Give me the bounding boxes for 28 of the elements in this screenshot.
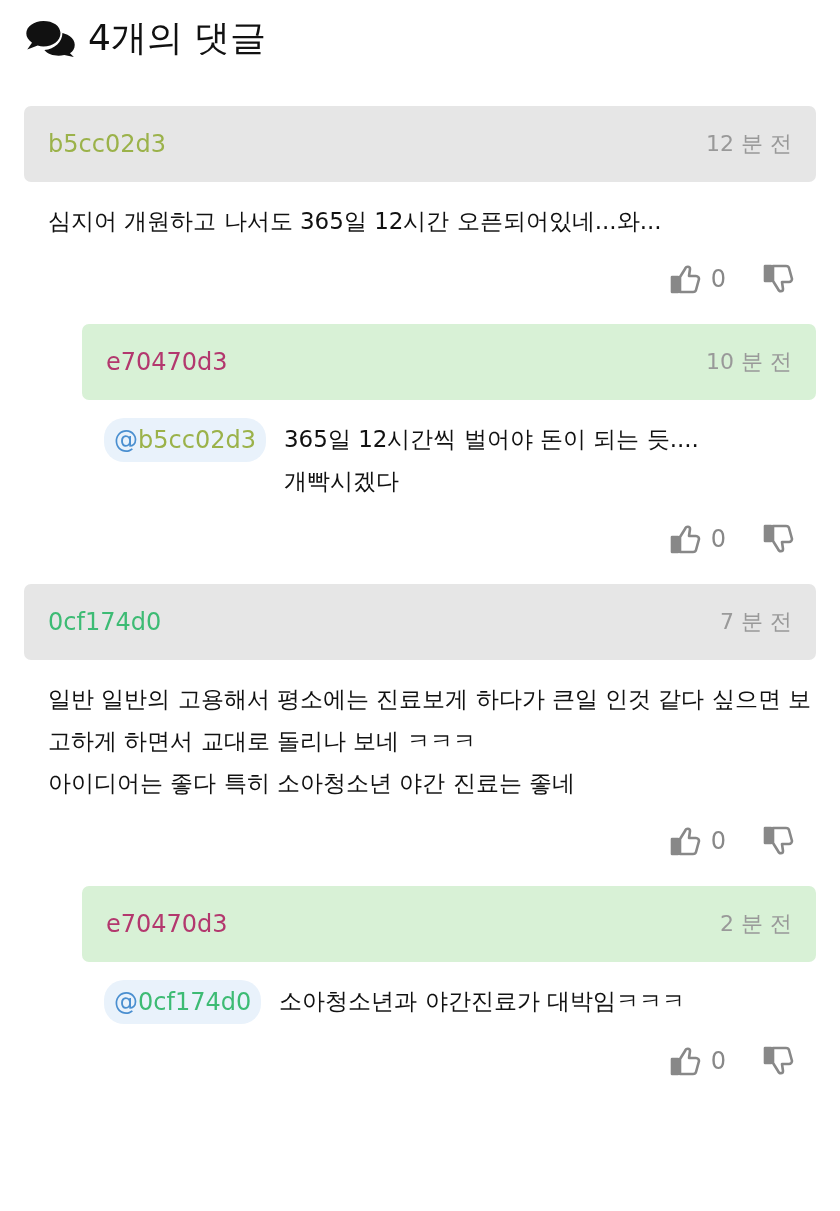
comment-text: 소아청소년과 야간진료가 대박임ㅋㅋㅋ [279, 987, 685, 1016]
like-count: 0 [710, 525, 726, 553]
mention-chip[interactable]: @0cf174d0 [104, 980, 262, 1024]
like-count: 0 [710, 1047, 726, 1075]
author-name[interactable]: 0cf174d0 [48, 608, 162, 636]
comments-title: 4개의 댓글 [88, 15, 267, 60]
thumbs-up-icon[interactable] [668, 263, 701, 295]
mention-chip[interactable]: @b5cc02d3 [104, 418, 266, 462]
comment-time: 12 분 전 [706, 130, 792, 158]
like-count: 0 [710, 265, 726, 293]
thumbs-down-icon[interactable] [762, 523, 794, 555]
comment-time: 2 분 전 [720, 910, 792, 938]
comment-time: 7 분 전 [720, 608, 792, 636]
thumbs-up-icon[interactable] [668, 825, 701, 857]
comment-text: 일반 일반의 고용해서 평소에는 진료보게 하다가 큰일 인것 같다 싶으면 보고하게 하면서 교대로 돌리나 보네 ㅋㅋㅋ 아이디어는 좋다 특히 소아청소년 야간 진료는 좋네 [48, 685, 813, 798]
author-name[interactable]: e70470d3 [106, 910, 228, 938]
thumbs-up-icon[interactable] [668, 1045, 701, 1077]
thumbs-down-icon[interactable] [762, 825, 794, 857]
author-name[interactable]: b5cc02d3 [48, 130, 166, 158]
comment-text: 365일 12시간씩 벌어야 돈이 되는 듯.... 개빡시겠다 [283, 425, 699, 496]
author-name[interactable]: e70470d3 [106, 348, 228, 376]
comment-time: 10 분 전 [706, 348, 792, 376]
thumbs-down-icon[interactable] [762, 1045, 794, 1077]
thumbs-up-icon[interactable] [668, 523, 701, 555]
comments-icon [24, 19, 78, 57]
thumbs-down-icon[interactable] [762, 263, 794, 295]
comment-text: 심지어 개원하고 나서도 365일 12시간 오픈되어있네...와... [48, 207, 662, 236]
like-count: 0 [710, 827, 726, 855]
